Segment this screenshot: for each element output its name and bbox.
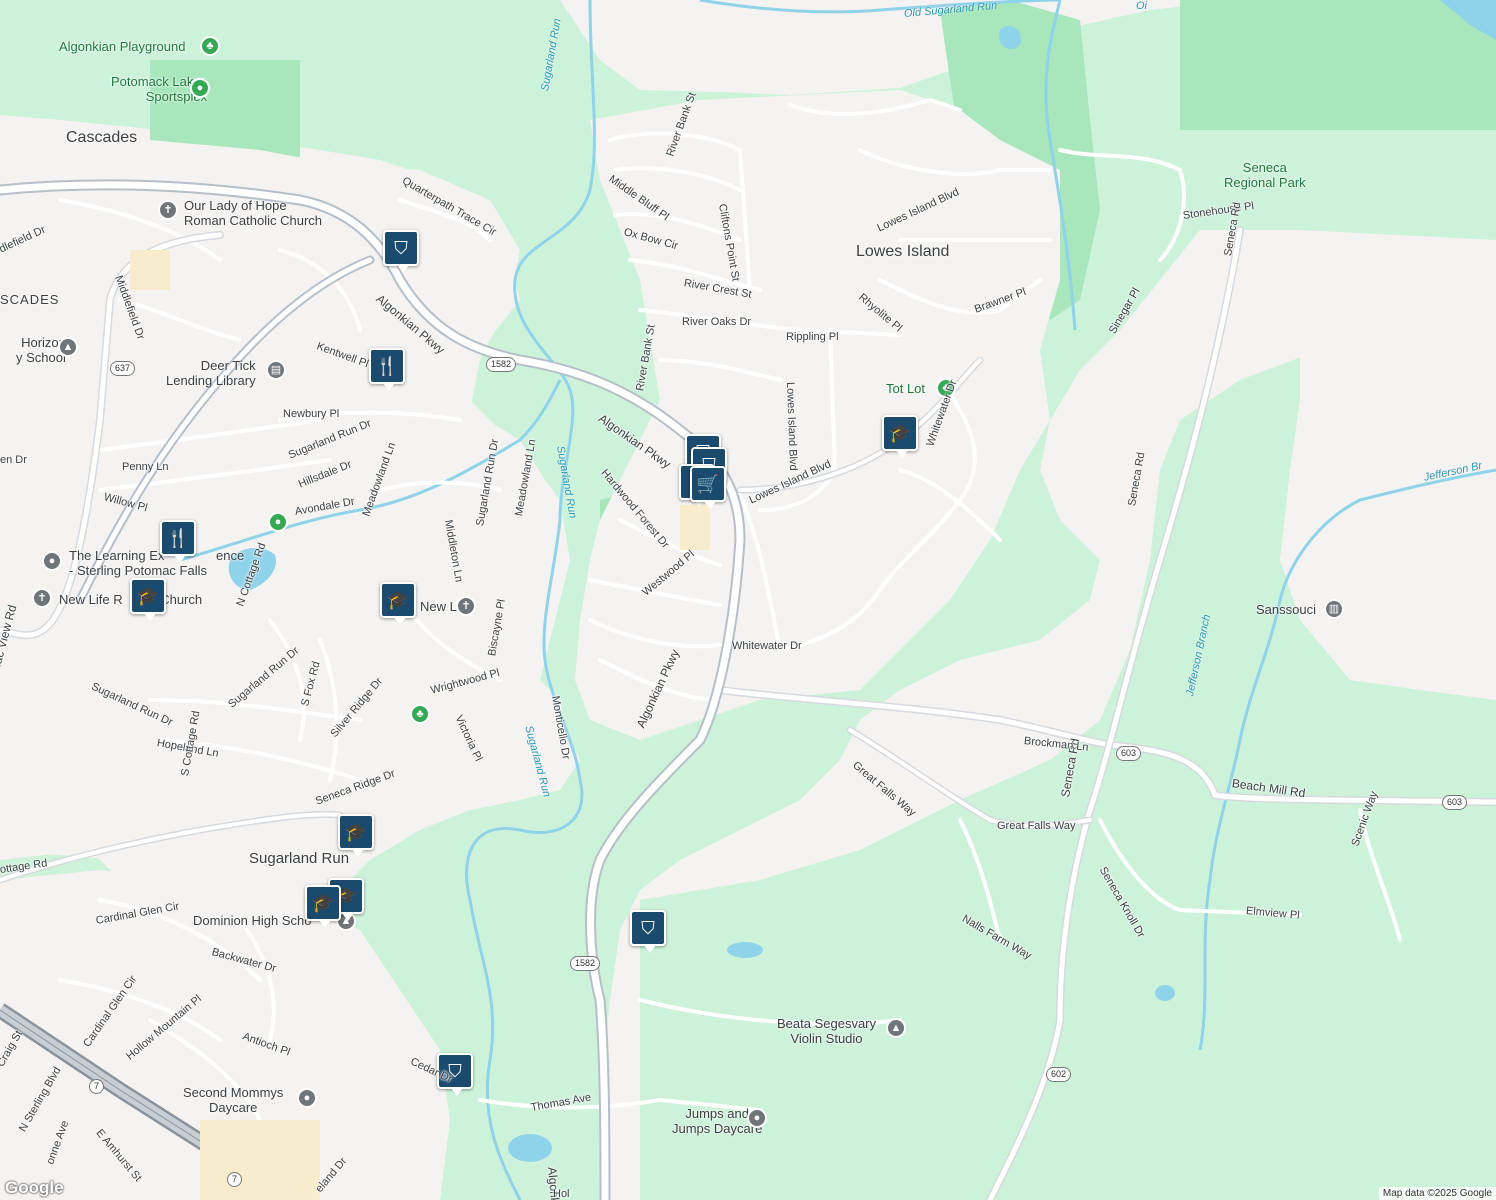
school-icon[interactable]: ▲ <box>58 337 78 357</box>
street-great-falls-way2: Great Falls Way <box>997 820 1076 832</box>
poi-dominion-high-school[interactable]: Dominion High Scho <box>193 913 312 928</box>
graduation-cap-icon[interactable]: 🎓 <box>305 885 341 928</box>
poi-our-lady-line1: Our Lady of Hope <box>184 198 287 213</box>
poi-second-mommys-line1: Second Mommys <box>183 1085 284 1100</box>
poi-beata-segesvary[interactable]: Beata Segesvary Violin Studio <box>777 1016 876 1046</box>
church-icon[interactable]: ✝ <box>456 596 476 616</box>
poi-deer-tick-line1: Deer Tick <box>200 358 256 373</box>
poi-learning-line2: - Sterling Potomac Falls <box>69 563 207 578</box>
google-logo: Google <box>5 1178 64 1197</box>
graduation-cap-icon[interactable]: 🎓 <box>130 578 166 621</box>
shopping-bag-icon[interactable]: ⛉ <box>630 910 666 953</box>
place-cascades-partial: SCADES <box>0 292 60 307</box>
fork-knife-icon[interactable]: 🍴 <box>160 520 196 563</box>
daycare-icon[interactable]: ● <box>747 1108 767 1128</box>
graduation-cap-icon[interactable]: 🎓 <box>380 582 416 625</box>
poi-seneca-park-line2: Regional Park <box>1224 175 1306 190</box>
route-shield-7: 7 <box>89 1079 105 1094</box>
route-shield-637: 637 <box>110 361 136 376</box>
poi-our-lady-line2: Roman Catholic Church <box>184 213 323 228</box>
poi-second-mommys-daycare[interactable]: Second Mommys Daycare <box>183 1085 283 1115</box>
street-penny: Penny Ln <box>122 461 169 473</box>
shopping-cart-icon[interactable]: 🛒 <box>690 466 726 509</box>
poi-new-life-line1b: Church <box>160 592 203 607</box>
fork-knife-icon[interactable]: 🍴 <box>369 348 405 391</box>
poi-horizon-line2: y School <box>16 350 66 365</box>
poi-our-lady-of-hope[interactable]: Our Lady of Hope Roman Catholic Church <box>184 198 322 228</box>
route-shield-603: 603 <box>1116 746 1142 761</box>
poi-sanssouci[interactable]: Sanssouci <box>1256 602 1316 617</box>
route-shield-603-east: 603 <box>1442 795 1468 810</box>
church-icon[interactable]: ✝ <box>32 588 52 608</box>
poi-learning-line1b: ence <box>216 548 245 563</box>
street-hol: Hol <box>553 1188 570 1200</box>
map-attribution[interactable]: Map data ©2025 Google <box>1378 1187 1496 1200</box>
poi-deer-tick-line2: Lending Library <box>166 373 256 388</box>
poi-second-mommys-line2: Daycare <box>209 1100 258 1115</box>
graduation-cap-icon[interactable]: 🎓 <box>882 415 918 458</box>
poi-seneca-regional-park[interactable]: Seneca Regional Park <box>1224 160 1306 190</box>
school-icon[interactable]: ▲ <box>886 1018 906 1038</box>
street-en-dr: en Dr <box>0 454 27 466</box>
sports-icon[interactable]: ● <box>190 78 210 98</box>
street-whitewater: Whitewater Dr <box>732 640 802 652</box>
route-shield-7-south: 7 <box>227 1172 243 1187</box>
commercial-area-south <box>200 1120 320 1200</box>
daycare-icon[interactable]: ● <box>297 1088 317 1108</box>
tree-icon[interactable]: ♣ <box>410 704 430 724</box>
commercial-area-west <box>130 250 170 290</box>
poi-tot-lot[interactable]: Tot Lot <box>886 381 925 396</box>
route-shield-1582-south: 1582 <box>570 956 601 971</box>
poi-new-life-line1a: New Life R <box>59 592 123 607</box>
place-lowes-island: Lowes Island <box>856 243 950 260</box>
library-icon[interactable]: ▤ <box>266 360 286 380</box>
route-shield-602: 602 <box>1046 1067 1072 1082</box>
shopping-bag-icon[interactable]: ⛉ <box>383 230 419 273</box>
place-sugarland-run: Sugarland Run <box>249 850 350 867</box>
learning-center-icon[interactable]: ● <box>42 551 62 571</box>
poi-beata-line2: Violin Studio <box>790 1031 863 1046</box>
poi-algonkian-playground[interactable]: Algonkian Playground <box>59 39 185 54</box>
church-icon[interactable]: ✝ <box>158 200 178 220</box>
water-oi: Oi <box>1136 0 1147 12</box>
street-rippling: Rippling Pl <box>786 331 839 343</box>
museum-icon[interactable]: ▥ <box>1324 599 1344 619</box>
street-newbury: Newbury Pl <box>283 408 340 420</box>
poi-jumps-line1: Jumps and <box>685 1106 749 1121</box>
street-river-oaks: River Oaks Dr <box>682 316 752 328</box>
poi-deer-tick-library[interactable]: Deer Tick Lending Library <box>166 358 256 388</box>
poi-learning-experience[interactable]: The Learning Ex ence - Sterling Potomac F… <box>69 548 244 578</box>
park-icon[interactable]: ● <box>268 512 288 532</box>
route-shield-1582: 1582 <box>486 357 517 372</box>
poi-beata-line1: Beata Segesvary <box>777 1016 877 1031</box>
poi-learning-line1a: The Learning Ex <box>69 548 165 563</box>
map-canvas[interactable]: Cascades SCADES Lowes Island Sugarland R… <box>0 0 1496 1200</box>
poi-seneca-park-line1: Seneca <box>1242 160 1287 175</box>
tree-icon[interactable]: ♣ <box>200 36 220 56</box>
place-cascades: Cascades <box>66 129 138 146</box>
graduation-cap-icon[interactable]: 🎓 <box>338 814 374 857</box>
commercial-area <box>680 505 710 550</box>
